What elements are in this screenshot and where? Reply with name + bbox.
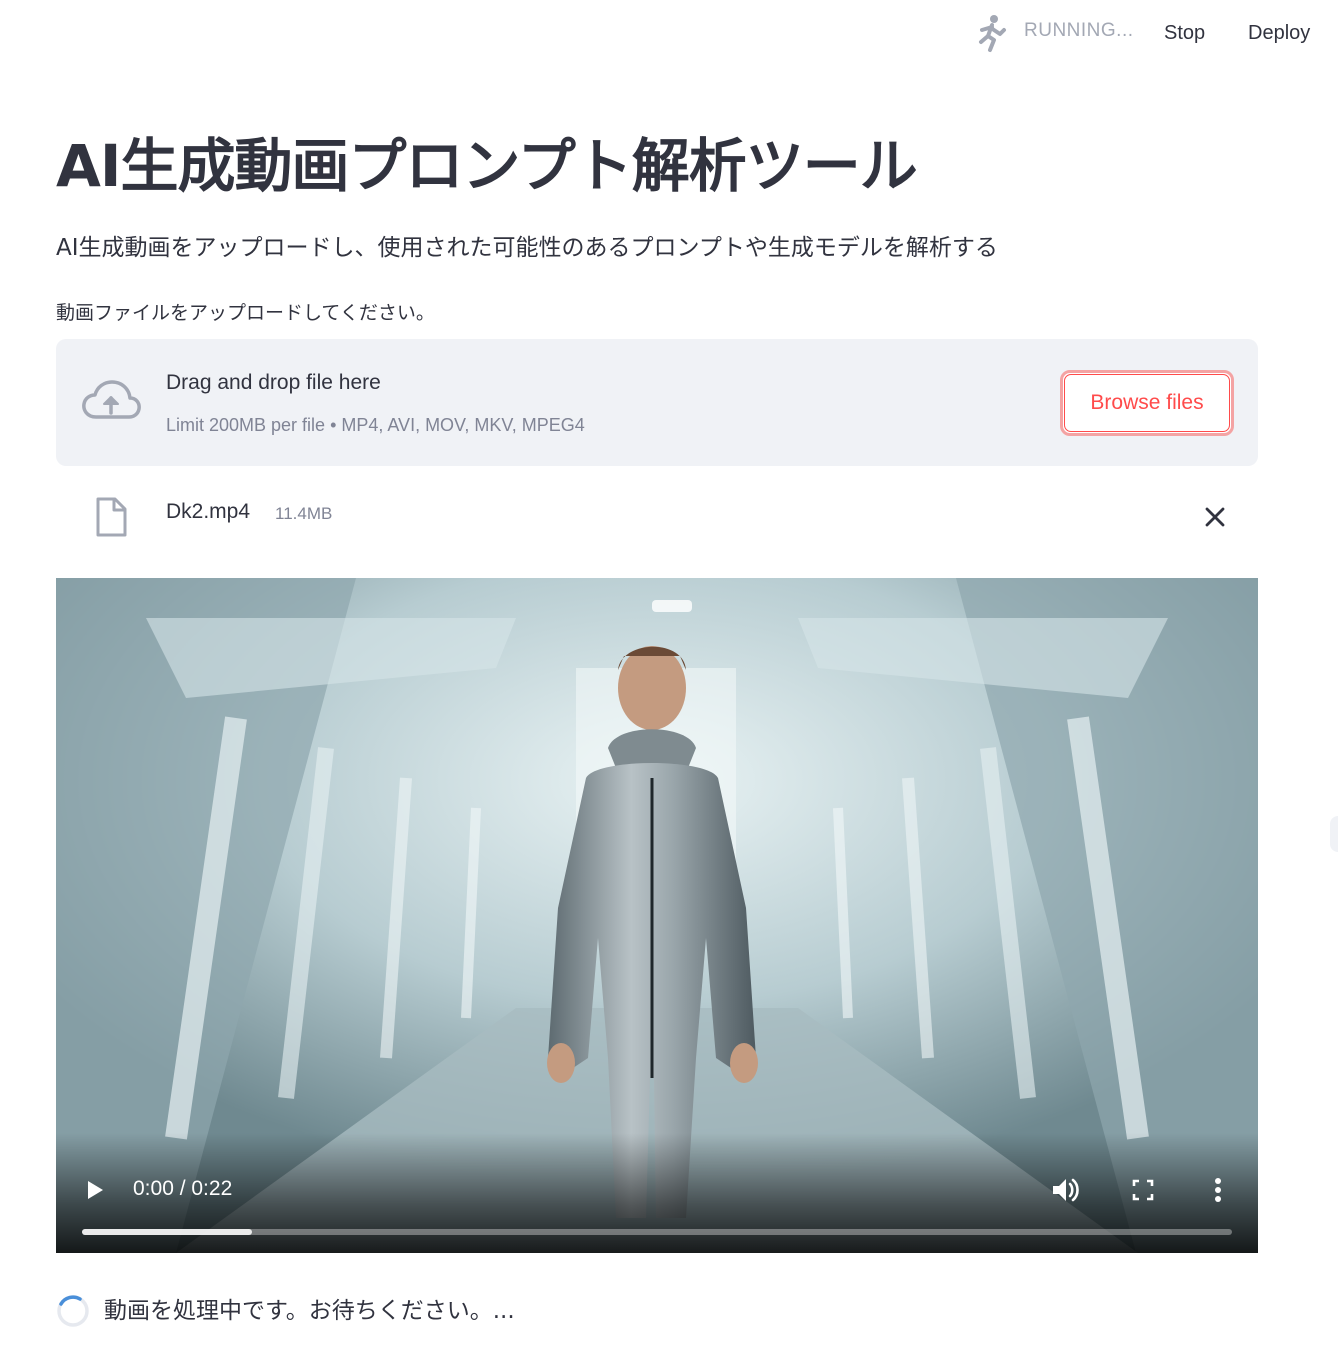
cloud-upload-icon [82,380,141,419]
side-handle[interactable] [1330,816,1338,852]
file-size: 11.4MB [275,504,333,523]
volume-icon[interactable] [1048,1173,1082,1207]
running-status: RUNNING... [1024,20,1134,41]
deploy-button[interactable]: Deploy [1236,14,1322,52]
upload-label: 動画ファイルをアップロードしてください。 [56,302,435,324]
fullscreen-icon[interactable] [1130,1175,1156,1205]
processing-text: 動画を処理中です。お待ちください。... [104,1298,515,1324]
video-controls: 0:00 / 0:22 [56,1133,1258,1253]
video-player[interactable]: 0:00 / 0:22 [56,578,1258,1253]
browse-files-button[interactable]: Browse files [1060,370,1234,436]
dropzone-limit: Limit 200MB per file • MP4, AVI, MOV, MK… [166,415,585,435]
video-buffered-fill [82,1229,253,1235]
running-man-icon [979,15,1006,52]
app-toolbar: RUNNING... Stop Deploy [0,0,1338,64]
file-dropzone[interactable]: Drag and drop file here Limit 200MB per … [56,339,1258,466]
close-icon[interactable] [1200,502,1230,532]
page-subtitle: AI生成動画をアップロードし、使用された可能性のあるプロンプトや生成モデルを解析… [56,235,998,261]
video-time: 0:00 / 0:22 [133,1177,233,1200]
dropzone-title: Drag and drop file here [166,371,381,394]
stop-button[interactable]: Stop [1150,14,1219,52]
more-vertical-icon[interactable] [1208,1173,1228,1207]
uploaded-file-row: Dk2.mp4 11.4MB [56,488,1258,546]
page-title: AI生成動画プロンプト解析ツール [56,132,918,200]
play-icon[interactable] [82,1175,108,1205]
video-progress-bar[interactable] [82,1229,1232,1235]
browse-files-label: Browse files [1064,374,1230,432]
file-name: Dk2.mp4 [166,500,251,523]
file-icon [96,497,127,537]
spinner-icon [57,1295,89,1327]
